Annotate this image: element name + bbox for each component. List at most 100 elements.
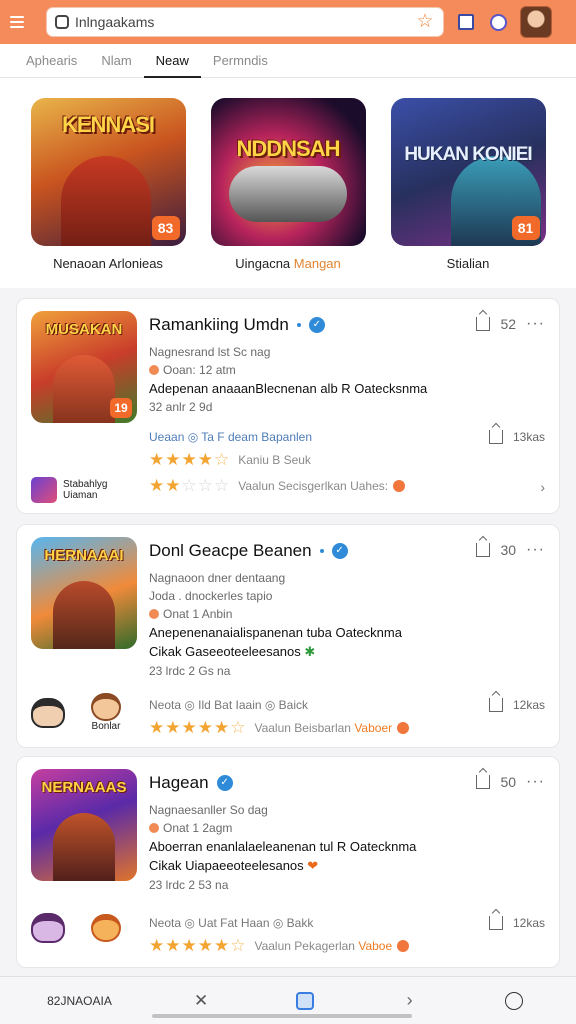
share-icon[interactable] [488,698,503,712]
game-art-title: HUKAN KONIEI [404,144,532,165]
app-card-2[interactable]: HERNAAAI Donl Geacpe Beanen ✓ 30 ··· Nag… [16,524,560,748]
tab-icon [55,15,69,29]
app-title[interactable]: Ramankiing Umdn [149,315,289,335]
more-options-icon[interactable]: ··· [526,315,545,333]
meta-line: Nagnaoon dner dentaang [149,571,286,585]
app-card-3[interactable]: NERNAAAS Hagean ✓ 50 ··· Nagnaesanller S… [16,756,560,968]
hamburger-menu-icon[interactable] [10,11,32,33]
hero-figure [53,813,115,881]
star-rating-icon: ★★★★★☆ [149,718,247,737]
share-count: 30 [500,542,517,558]
hero-figure [53,581,115,649]
description-text: Cikak Gaseeoteeleesanos [149,644,301,659]
rating-row-2: ★★☆☆☆ Vaalun Secisgerlkan Uahes: [149,476,545,496]
meta-line: Nagnesrand lst Sc nag [149,345,271,359]
date: 32 anlr 2 9d [149,400,213,414]
search-bar[interactable]: ☆ [46,7,444,37]
account-button[interactable] [499,986,529,1016]
app-title[interactable]: Donl Geacpe Beanen [149,541,312,561]
rating-label: Vaalun Beisbarlan Vaboer [254,721,410,735]
controller-figure [228,166,347,222]
history-icon[interactable] [488,12,508,32]
related-apps[interactable] [31,913,121,943]
game-art: KENNASI 83 [30,98,186,246]
account-icon [504,991,523,1010]
close-icon[interactable]: ✕ [186,986,216,1016]
date: 23 lrdc 2 53 na [149,878,229,892]
star-rating-icon: ★★★★☆ [149,450,231,469]
chevron-right-icon[interactable]: › [540,479,545,495]
search-input[interactable] [75,14,415,30]
share-icon[interactable] [488,430,503,444]
rating-chip: Vaboer [354,721,393,735]
related-apps[interactable]: Bonlar [31,693,121,732]
size-value: 12kas [512,698,545,712]
game-art: NDDNSAH [210,98,366,246]
more-options-icon[interactable]: ··· [526,541,545,559]
thumbnail-title: HERNAAAI [44,547,124,564]
rating-label: Vaalun Secisgerlkan Uahes: [238,479,406,493]
stats-row: Ueaan ◎ Ta F deam Bapanlen 13kas [149,430,545,444]
rating-label: Vaalun Pekagerlan Vaboe [254,939,410,953]
thumbnail-title: NERNAAAS [41,779,127,796]
tab-nlam[interactable]: Nlam [89,44,143,78]
app-card-1[interactable]: MUSAKAN 19 Ramankiing Umdn ✓ 52 ··· Nagn… [16,298,560,514]
category-tabs: Aphearis Nlam Neaw Permndis [0,44,576,78]
app-title[interactable]: Hagean [149,773,209,793]
rating-badge: 19 [110,398,132,418]
tab-permndis[interactable]: Permndis [201,44,280,78]
related-app-label: Stabahlyg Uiaman [63,479,108,501]
top-app-bar: ☆ [0,0,576,44]
share-icon[interactable] [476,317,491,331]
character-face-icon [91,914,121,942]
featured-game-2[interactable]: NDDNSAH Uingacna Mangan [210,98,366,288]
avatar[interactable] [520,6,552,38]
tabs-button[interactable] [290,986,320,1016]
rating-label-text: Vaalun Beisbarlan [254,721,351,735]
size-value: 13kas [512,430,545,444]
meta-line: Nagnaesanller So dag [149,803,268,817]
description: Adepenan anaaanBlecnenan alb R Oatecksnm… [149,381,428,396]
featured-game-1[interactable]: KENNASI 83 Nenaoan Arlonieas [30,98,186,288]
tasks-icon[interactable] [456,12,476,32]
related-app[interactable]: Bonlar [91,693,121,732]
description: Anepenenanaialispanenan tuba Oatecknma [149,625,402,640]
hero-figure [53,355,115,423]
stats-text: Ueaan ◎ Ta F deam Bapanlen [149,430,313,444]
meta-line: Ooan: 12 atm [149,363,545,377]
bookmark-star-icon[interactable]: ☆ [415,12,435,32]
verified-check-icon: ✓ [216,775,233,791]
character-face-icon [31,697,65,728]
bottom-left-label[interactable]: 82JNAOAIA [47,986,112,1016]
related-app[interactable]: Stabahlyg Uiaman [31,477,123,503]
status-dot-icon [149,365,159,375]
star-rating-icon: ★★★★★☆ [149,936,247,955]
bug-icon: ✱ [304,644,316,659]
meta-text: Onat 1 Anbin [163,607,233,621]
forward-icon[interactable]: › [395,986,425,1016]
related-app-icon [31,477,57,503]
tab-neaw[interactable]: Neaw [143,44,201,78]
size-value: 12kas [512,916,545,930]
meta-line: Joda . dnockerles tapio [149,589,273,603]
separator-dot [319,549,324,553]
card-body: Hagean ✓ 50 ··· Nagnaesanller So dag Ona… [149,773,545,956]
verified-check-icon: ✓ [331,543,348,559]
rating-badge: 83 [151,216,180,240]
rating-label-text: Vaalun Secisgerlkan Uahes: [238,479,389,493]
description-text: Cikak Uiapaeeoteelesanos [149,858,304,873]
share-icon[interactable] [476,775,491,789]
meta-text: Ooan: 12 atm [163,363,236,377]
more-options-icon[interactable]: ··· [526,773,545,791]
rating-badge: 81 [511,216,540,240]
tab-aphearis[interactable]: Aphearis [14,44,89,78]
share-icon[interactable] [488,916,503,930]
featured-name-text: Nenaoan Arlonieas [53,256,163,271]
heart-icon: ❤ [307,858,319,873]
featured-game-3[interactable]: HUKAN KONIEI 81 Stialian [390,98,546,288]
date: 23 lrdc 2 Gs na [149,664,231,678]
share-icon[interactable] [476,543,491,557]
stats-row: Neota ◎ Uat Fat Haan ◎ Bakk 12kas [149,916,545,930]
featured-name: Stialian [391,256,546,271]
description: Aboerran enanlalaeleanenan tul R Oateckn… [149,839,417,854]
